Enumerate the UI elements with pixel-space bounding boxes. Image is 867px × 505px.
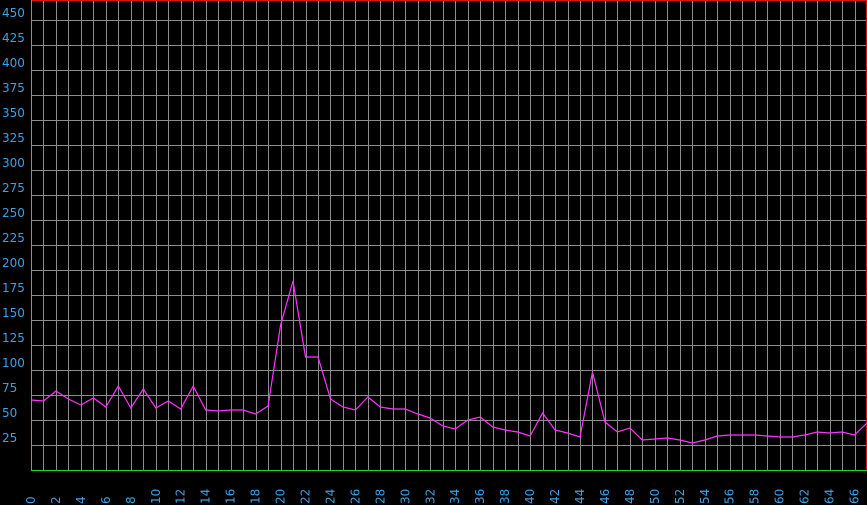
x-tick-label: 62 — [798, 489, 812, 504]
x-tick-label: 52 — [673, 489, 687, 504]
x-tick-label: 24 — [324, 489, 338, 504]
x-tick-label: 42 — [548, 489, 562, 504]
y-tick-label: 425 — [2, 31, 25, 45]
x-tick-label: 20 — [274, 489, 288, 504]
x-tick-label: 48 — [623, 489, 637, 504]
x-tick-label: 44 — [573, 489, 587, 504]
grid-lines — [31, 0, 867, 470]
y-tick-label: 100 — [2, 356, 25, 370]
y-tick-label: 200 — [2, 256, 25, 270]
x-tick-label: 56 — [723, 489, 737, 504]
x-tick-label: 36 — [473, 489, 487, 504]
y-axis-ticks: 25 50 75 100 125 150 175 200 225 250 275 300 325 350 3… — [2, 6, 25, 445]
x-tick-label: 26 — [348, 489, 362, 504]
y-tick-label: 50 — [2, 406, 17, 420]
x-tick-label: 66 — [848, 489, 862, 504]
x-tick-label: 4 — [74, 496, 88, 504]
x-tick-label: 58 — [748, 489, 762, 504]
x-tick-label: 14 — [199, 489, 213, 504]
x-tick-label: 0 — [24, 496, 38, 504]
x-tick-label: 54 — [698, 489, 712, 504]
x-tick-label: 22 — [299, 489, 313, 504]
x-tick-label: 64 — [823, 489, 837, 504]
y-tick-label: 375 — [2, 81, 25, 95]
x-tick-label: 10 — [149, 489, 163, 504]
y-tick-label: 400 — [2, 56, 25, 70]
y-tick-label: 225 — [2, 231, 25, 245]
x-tick-label: 38 — [498, 489, 512, 504]
x-tick-label: 16 — [224, 489, 238, 504]
x-tick-label: 18 — [249, 489, 263, 504]
y-tick-label: 300 — [2, 156, 25, 170]
x-tick-label: 50 — [648, 489, 662, 504]
y-tick-label: 275 — [2, 181, 25, 195]
y-tick-label: 150 — [2, 306, 25, 320]
x-tick-label: 34 — [448, 489, 462, 504]
y-tick-label: 250 — [2, 206, 25, 220]
y-tick-label: 450 — [2, 6, 25, 20]
x-tick-label: 30 — [398, 489, 412, 504]
line-chart: 2550751001251501752002252502753003253503… — [2, 0, 867, 504]
y-tick-label: 125 — [2, 331, 25, 345]
y-tick-label: 75 — [2, 381, 17, 395]
y-tick-label: 325 — [2, 131, 25, 145]
x-tick-label: 40 — [523, 489, 537, 504]
x-tick-label: 46 — [598, 489, 612, 504]
x-tick-label: 8 — [124, 496, 138, 504]
x-tick-label: 6 — [99, 496, 113, 504]
y-tick-label: 25 — [2, 431, 17, 445]
y-tick-label: 350 — [2, 106, 25, 120]
x-axis-ticks: 0 2 4 6 8 10 12 14 16 18 20 22 24 26 28 30 32 34 36 38 40 42 4… — [24, 489, 862, 504]
x-tick-label: 28 — [373, 489, 387, 504]
x-tick-label: 60 — [773, 489, 787, 504]
y-tick-label: 175 — [2, 281, 25, 295]
x-tick-label: 32 — [423, 489, 437, 504]
x-tick-label: 2 — [49, 496, 63, 504]
x-tick-label: 12 — [174, 489, 188, 504]
